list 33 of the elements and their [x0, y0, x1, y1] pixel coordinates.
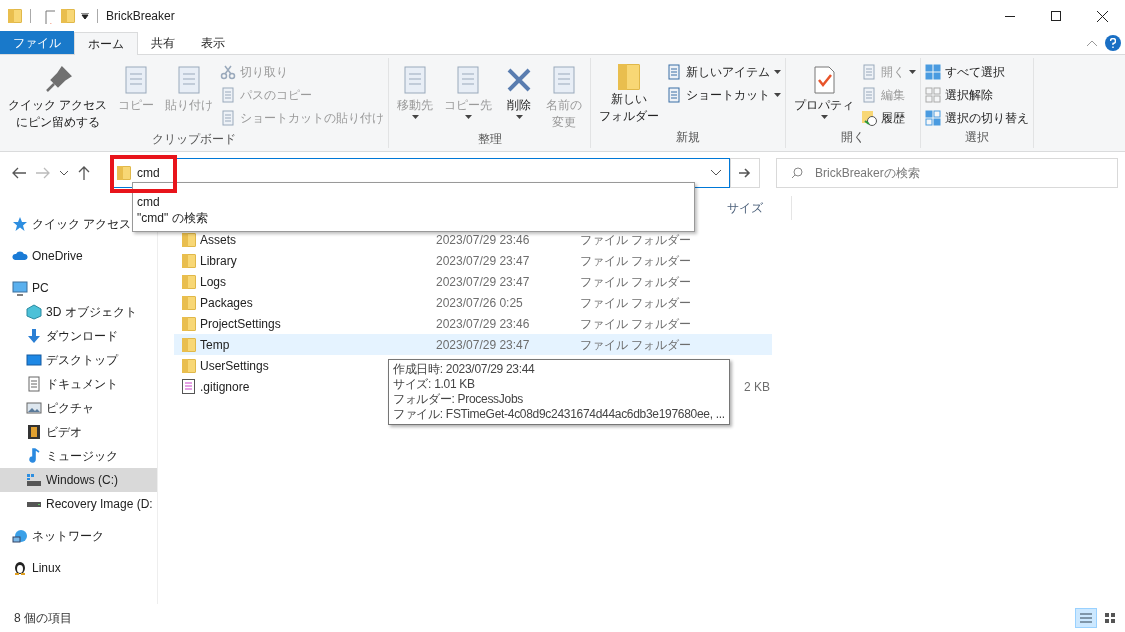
tooltip-line: フォルダー: ProcessJobs	[393, 392, 523, 407]
file-date: 2023/07/29 23:46	[436, 231, 530, 249]
tooltip-line: 作成日時: 2023/07/29 23:44	[393, 362, 535, 377]
file-type: ファイル フォルダー	[580, 273, 692, 291]
item-count: 8 個の項目	[14, 610, 72, 627]
tooltip-line: サイズ: 1.01 KB	[393, 377, 475, 392]
file-name: Assets	[200, 231, 236, 249]
file-name: Temp	[200, 336, 230, 354]
file-name: Library	[200, 252, 237, 270]
window-title: BrickBreaker	[106, 8, 175, 25]
file-size: 2 KB	[744, 378, 770, 396]
file-date: 2023/07/29 23:47	[436, 273, 530, 291]
file-type: ファイル フォルダー	[580, 336, 692, 354]
file-type: ファイル フォルダー	[580, 252, 692, 270]
file-name: Logs	[200, 273, 227, 291]
address-value: cmd	[137, 165, 160, 182]
group-label: 開く	[841, 129, 866, 146]
group-label: 選択	[965, 129, 990, 146]
file-name: .gitignore	[200, 378, 250, 396]
file-type: ファイル フォルダー	[580, 294, 692, 312]
file-name: Packages	[200, 294, 253, 312]
group-label: 整理	[477, 131, 502, 148]
group-label: クリップボード	[152, 131, 237, 148]
file-date: 2023/07/29 23:47	[436, 336, 530, 354]
file-name: ProjectSettings	[200, 315, 281, 333]
tooltip-line: ファイル: FSTimeGet-4c08d9c2431674d44ac6db3e197680ee, ...	[393, 407, 725, 422]
group-label: 新規	[676, 129, 701, 146]
file-name: UserSettings	[200, 357, 269, 375]
file-date: 2023/07/26 0:25	[436, 294, 523, 312]
file-type: ファイル フォルダー	[580, 315, 692, 333]
file-date: 2023/07/29 23:47	[436, 252, 530, 270]
file-type: ファイル フォルダー	[580, 231, 692, 249]
file-date: 2023/07/29 23:46	[436, 315, 530, 333]
